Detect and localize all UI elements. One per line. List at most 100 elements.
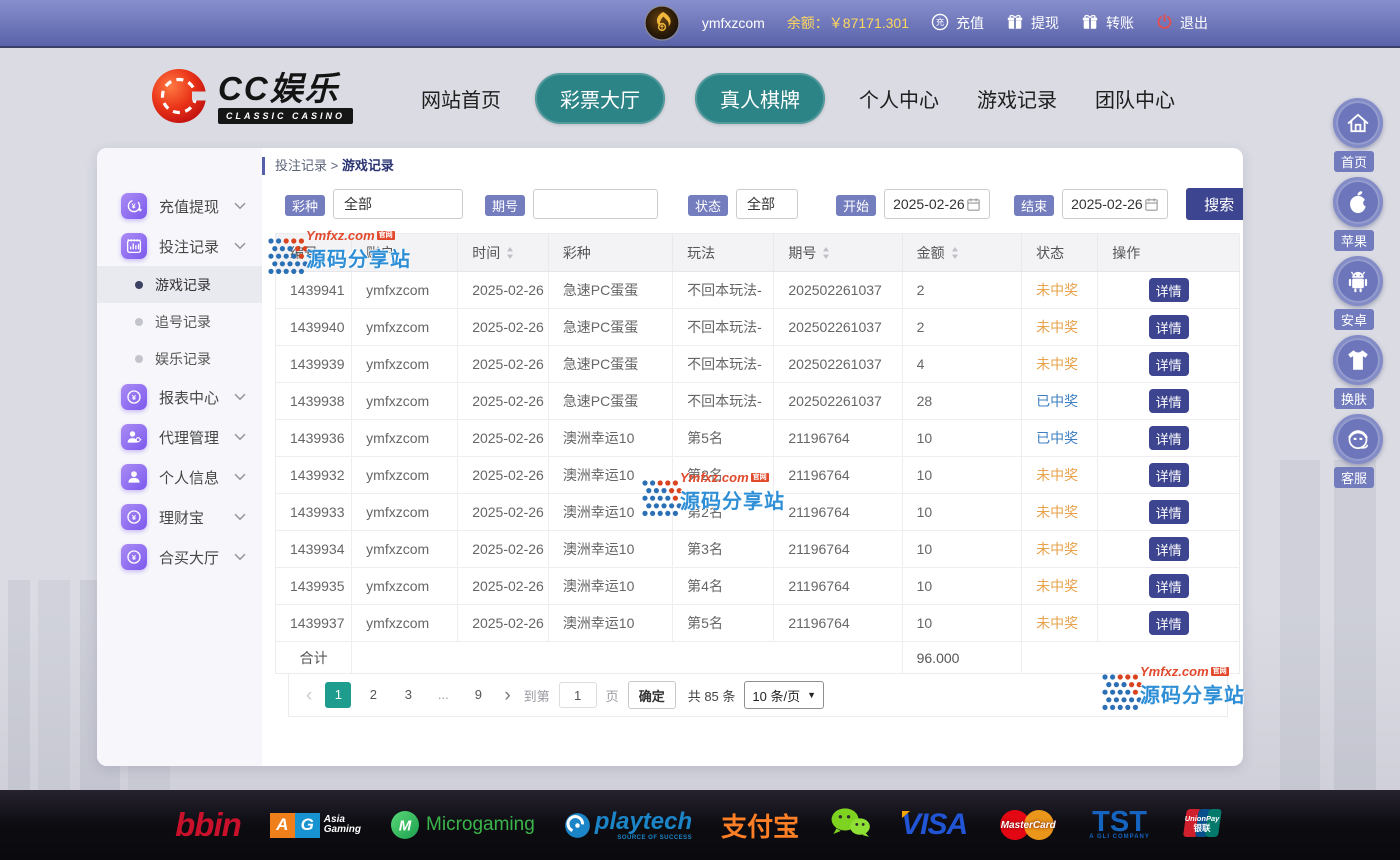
- sidebar-item-报表中心[interactable]: ¥报表中心: [97, 377, 262, 417]
- page-number-3[interactable]: 3: [395, 682, 421, 708]
- next-page-button[interactable]: ›: [500, 686, 514, 705]
- column-header-期号[interactable]: 期号: [774, 234, 902, 272]
- row-time-cell: 2025-02-26: [458, 531, 549, 568]
- float-button-苹果[interactable]: 苹果: [1333, 177, 1383, 251]
- breadcrumb-separator: >: [331, 158, 339, 173]
- nav-item-真人棋牌[interactable]: 真人棋牌: [695, 73, 825, 124]
- logout-label: 退出: [1180, 13, 1208, 33]
- nav-item-团队中心[interactable]: 团队中心: [1091, 73, 1179, 124]
- detail-button[interactable]: 详情: [1149, 537, 1189, 561]
- table-row: 1439936ymfxzcom2025-02-26澳洲幸运10第5名211967…: [276, 420, 1240, 457]
- detail-button[interactable]: 详情: [1149, 426, 1189, 450]
- summary-spacer-cell: [1022, 642, 1240, 674]
- detail-button[interactable]: 详情: [1149, 500, 1189, 524]
- summary-label-cell: 合计: [276, 642, 352, 674]
- table-row: 1439940ymfxzcom2025-02-26急速PC蛋蛋不回本玩法-202…: [276, 309, 1240, 346]
- sidebar-item-投注记录[interactable]: 投注记录: [97, 226, 262, 266]
- row-issue-cell: 21196764: [774, 531, 902, 568]
- svg-text:银联: 银联: [1192, 823, 1211, 833]
- nav-item-彩票大厅[interactable]: 彩票大厅: [535, 73, 665, 124]
- page-numbers: 123...9: [325, 682, 491, 708]
- row-id-cell: 1439933: [276, 494, 352, 531]
- sidebar-subitem-娱乐记录[interactable]: 娱乐记录: [97, 340, 262, 377]
- start-date-label: 开始: [836, 195, 876, 216]
- sort-icon[interactable]: [506, 246, 514, 262]
- sort-icon[interactable]: [951, 246, 959, 262]
- withdraw-button[interactable]: 提现: [1006, 13, 1059, 34]
- site-logo[interactable]: CC娱乐 CLASSIC CASINO: [150, 67, 353, 130]
- sidebar-subitem-label: 游戏记录: [155, 275, 211, 295]
- sidebar-item-合买大厅[interactable]: ¥合买大厅: [97, 537, 262, 577]
- float-button-首页[interactable]: 首页: [1333, 98, 1383, 172]
- detail-button[interactable]: 详情: [1149, 389, 1189, 413]
- row-id-cell: 1439936: [276, 420, 352, 457]
- search-button[interactable]: 搜索: [1186, 188, 1243, 220]
- detail-button[interactable]: 详情: [1149, 278, 1189, 302]
- column-header-金额[interactable]: 金额: [902, 234, 1022, 272]
- sidebar-item-label: 报表中心: [159, 387, 234, 408]
- row-play-cell: 不回本玩法-: [673, 309, 774, 346]
- brand-logo-bbin: bbin: [175, 806, 241, 844]
- float-button-换肤[interactable]: 换肤: [1333, 335, 1383, 409]
- svg-text:充: 充: [936, 16, 945, 27]
- transfer-button[interactable]: 转账: [1081, 13, 1134, 34]
- bet-records-icon: [121, 233, 147, 259]
- detail-button[interactable]: 详情: [1149, 611, 1189, 635]
- sidebar-item-个人信息[interactable]: 个人信息: [97, 457, 262, 497]
- prev-page-button[interactable]: ‹: [302, 686, 316, 705]
- status-select[interactable]: 全部: [736, 189, 798, 219]
- nav-item-网站首页[interactable]: 网站首页: [417, 73, 505, 124]
- apple-icon: [1333, 177, 1383, 227]
- float-button-安卓[interactable]: 安卓: [1333, 256, 1383, 330]
- sidebar-item-充值提现[interactable]: ¥充值提现: [97, 186, 262, 226]
- sort-icon[interactable]: [822, 246, 830, 262]
- recharge-button[interactable]: 充 充值: [931, 13, 984, 34]
- goto-confirm-button[interactable]: 确定: [628, 681, 676, 709]
- main-content: 投注记录 > 游戏记录 彩种 全部 期号 状态 全部 开始 2025-02-26…: [262, 148, 1243, 766]
- sidebar-subitem-追号记录[interactable]: 追号记录: [97, 303, 262, 340]
- sidebar-item-理财宝[interactable]: ¥理财宝: [97, 497, 262, 537]
- nav-item-游戏记录[interactable]: 游戏记录: [973, 73, 1061, 124]
- per-page-select[interactable]: 10 条/页 ▼: [744, 681, 824, 709]
- row-amount-cell: 2: [902, 309, 1022, 346]
- calendar-icon: [966, 197, 981, 212]
- pagination-bar: ‹ 123...9 › 到第 页 确定 共 85 条 10 条/页 ▼: [288, 674, 1228, 717]
- topbar: ymfxzcom 余额：￥87171.301 充 充值 提现 转账 退出: [0, 0, 1400, 48]
- issue-input[interactable]: [533, 189, 658, 219]
- brand-logo-Microgaming: MMicrogaming: [390, 810, 535, 840]
- goto-page-input[interactable]: [559, 682, 597, 708]
- detail-button[interactable]: 详情: [1149, 315, 1189, 339]
- lottery-select[interactable]: 全部: [333, 189, 463, 219]
- row-action-cell: 详情: [1098, 272, 1240, 309]
- column-header-编号: 编号: [276, 234, 352, 272]
- row-lottery-cell: 澳洲幸运10: [548, 568, 672, 605]
- user-avatar[interactable]: [644, 5, 680, 41]
- page-number-9[interactable]: 9: [465, 682, 491, 708]
- row-time-cell: 2025-02-26: [458, 309, 549, 346]
- row-status-cell: 未中奖: [1022, 494, 1098, 531]
- chevron-down-icon: [234, 548, 246, 566]
- svg-text:UnionPay: UnionPay: [1185, 814, 1220, 823]
- page-number-1[interactable]: 1: [325, 682, 351, 708]
- page-unit-label: 页: [606, 686, 619, 705]
- summary-spacer-cell: [352, 642, 902, 674]
- start-date-input[interactable]: 2025-02-26: [884, 189, 990, 219]
- detail-button[interactable]: 详情: [1149, 463, 1189, 487]
- svg-text:¥: ¥: [132, 203, 136, 211]
- sidebar-subitem-游戏记录[interactable]: 游戏记录: [97, 266, 262, 303]
- column-header-时间[interactable]: 时间: [458, 234, 549, 272]
- row-account-cell: ymfxzcom: [352, 457, 458, 494]
- float-button-客服[interactable]: 客服: [1333, 414, 1383, 488]
- row-time-cell: 2025-02-26: [458, 383, 549, 420]
- end-date-input[interactable]: 2025-02-26: [1062, 189, 1168, 219]
- logout-button[interactable]: 退出: [1156, 13, 1208, 33]
- detail-button[interactable]: 详情: [1149, 574, 1189, 598]
- row-play-cell: 不回本玩法-: [673, 346, 774, 383]
- detail-button[interactable]: 详情: [1149, 352, 1189, 376]
- nav-item-个人中心[interactable]: 个人中心: [855, 73, 943, 124]
- row-account-cell: ymfxzcom: [352, 420, 458, 457]
- sidebar-item-代理管理[interactable]: 代理管理: [97, 417, 262, 457]
- page-number-2[interactable]: 2: [360, 682, 386, 708]
- row-time-cell: 2025-02-26: [458, 605, 549, 642]
- brand-logo-MasterCard: MasterCard: [996, 807, 1060, 843]
